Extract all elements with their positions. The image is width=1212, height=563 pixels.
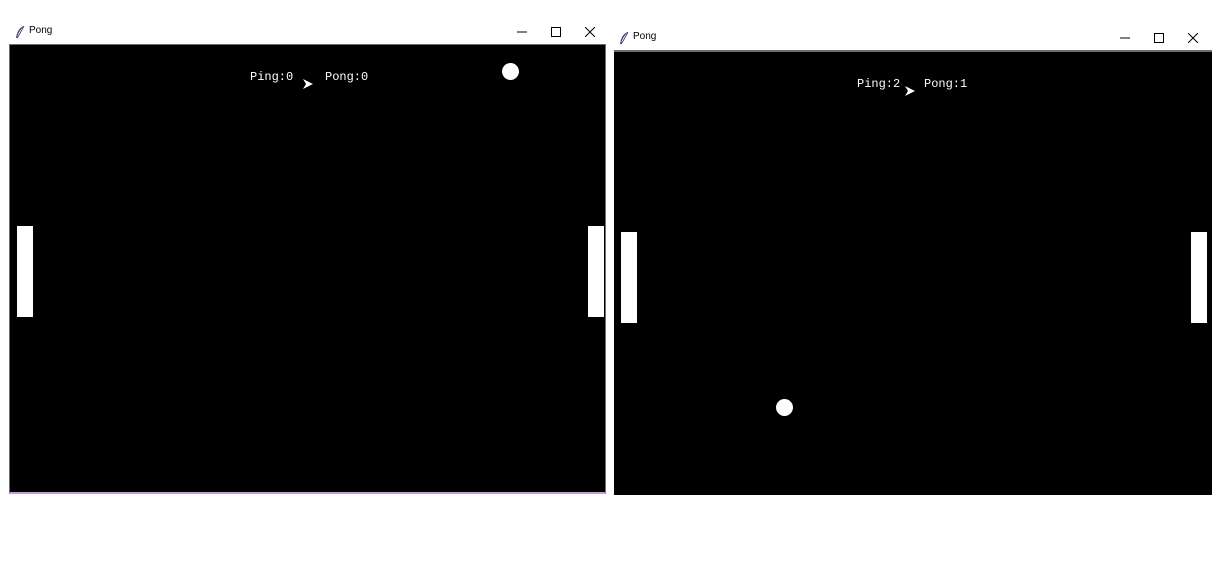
pong-window-1: Pong Ping:0 Pong:0 — [0, 20, 610, 496]
minimize-icon — [1120, 37, 1130, 39]
maximize-button[interactable] — [539, 20, 573, 44]
pong-score: Pong:1 — [924, 77, 968, 91]
feather-icon — [16, 25, 25, 39]
close-icon — [585, 27, 595, 37]
minimize-icon — [517, 31, 527, 33]
ping-score: Ping:0 — [250, 70, 294, 84]
maximize-icon — [1154, 33, 1164, 43]
ball — [776, 399, 793, 416]
title-bar[interactable]: Pong — [610, 26, 1212, 50]
minimize-button[interactable] — [505, 20, 539, 44]
right-paddle — [1191, 232, 1207, 323]
close-button[interactable] — [1176, 26, 1210, 50]
ball — [502, 63, 519, 80]
maximize-icon — [551, 27, 561, 37]
close-button[interactable] — [573, 20, 607, 44]
game-canvas[interactable]: Ping:0 Pong:0 — [9, 44, 606, 494]
turtle-pointer-icon — [303, 79, 313, 89]
left-paddle — [17, 226, 33, 317]
right-paddle — [588, 226, 604, 317]
pong-score: Pong:0 — [325, 70, 369, 84]
ping-score: Ping:2 — [857, 77, 901, 91]
window-title: Pong — [633, 31, 657, 42]
minimize-button[interactable] — [1108, 26, 1142, 50]
turtle-pointer-icon — [905, 86, 915, 96]
title-bar[interactable]: Pong — [0, 20, 610, 44]
feather-icon — [620, 31, 629, 45]
game-canvas[interactable]: Ping:2 Pong:1 — [614, 50, 1212, 495]
left-paddle — [621, 232, 637, 323]
maximize-button[interactable] — [1142, 26, 1176, 50]
pong-window-2: Pong Ping:2 Pong:1 — [610, 26, 1212, 496]
window-title: Pong — [29, 25, 53, 36]
close-icon — [1188, 33, 1198, 43]
